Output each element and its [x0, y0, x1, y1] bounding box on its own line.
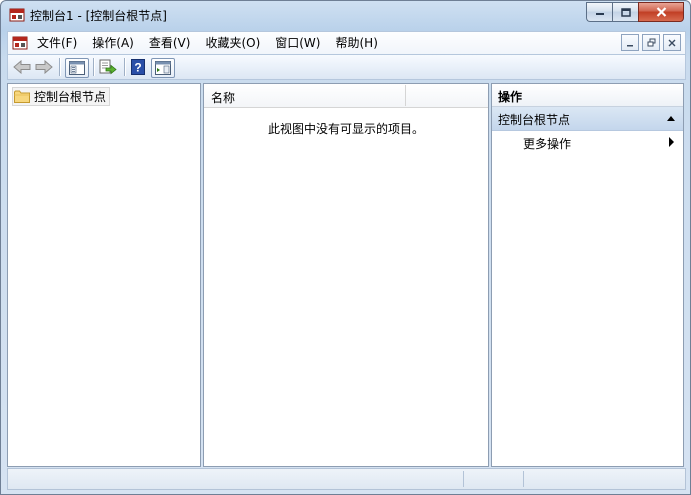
- forward-button[interactable]: [34, 58, 54, 76]
- child-restore-button[interactable]: [642, 34, 660, 51]
- action-pane-icon: [155, 61, 171, 75]
- back-arrow-icon: [13, 60, 31, 74]
- actions-title: 操作: [498, 90, 523, 104]
- window-controls: [586, 2, 684, 22]
- menu-favorites[interactable]: 收藏夹(O): [198, 35, 268, 51]
- child-window-controls: [621, 34, 681, 51]
- mmc-app-icon: [9, 8, 25, 22]
- forward-arrow-icon: [35, 60, 53, 74]
- child-close-button[interactable]: [663, 34, 681, 51]
- minimize-button[interactable]: [586, 2, 612, 22]
- menu-view[interactable]: 查看(V): [142, 35, 199, 51]
- menu-bar: 文件(F) 操作(A) 查看(V) 收藏夹(O) 窗口(W) 帮助(H): [7, 31, 686, 54]
- toolbar-separator: [93, 58, 94, 76]
- results-pane[interactable]: 名称 此视图中没有可显示的项目。: [203, 83, 489, 467]
- console-tree-pane[interactable]: 控制台根节点: [7, 83, 201, 467]
- close-icon: [668, 39, 676, 46]
- close-button[interactable]: [638, 2, 684, 22]
- mmc-window: 控制台1 - [控制台根节点] 文件(F) 操作(A) 查看(V) 收藏夹(O): [0, 0, 691, 495]
- back-button[interactable]: [12, 58, 32, 76]
- export-icon: [99, 59, 117, 75]
- restore-icon: [647, 38, 655, 47]
- svg-text:?: ?: [134, 61, 141, 75]
- minimize-icon: [595, 13, 604, 15]
- toolbar: ?: [7, 54, 686, 80]
- list-column-header: 名称: [204, 84, 488, 108]
- status-bar: [7, 468, 686, 490]
- empty-list-message: 此视图中没有可显示的项目。: [267, 122, 424, 136]
- close-icon: [656, 7, 666, 17]
- action-item-label: 更多操作: [523, 137, 572, 151]
- menu-window[interactable]: 窗口(W): [268, 35, 328, 51]
- menu-file[interactable]: 文件(F): [30, 35, 85, 51]
- submenu-arrow-icon: [669, 137, 674, 147]
- tree-node-label: 控制台根节点: [34, 90, 107, 104]
- window-title: 控制台1 - [控制台根节点]: [30, 9, 167, 23]
- actions-pane: 操作 控制台根节点 更多操作: [491, 83, 684, 467]
- console-tree-icon: [69, 61, 85, 75]
- show-hide-console-tree-button[interactable]: [65, 58, 89, 78]
- tree-node-console-root[interactable]: 控制台根节点: [12, 87, 111, 106]
- menu-help[interactable]: 帮助(H): [328, 35, 385, 51]
- toolbar-separator: [59, 58, 60, 76]
- show-hide-action-pane-button[interactable]: [151, 58, 175, 78]
- folder-icon: [14, 90, 30, 103]
- status-divider: [463, 471, 464, 487]
- document-system-menu-icon[interactable]: [12, 35, 28, 51]
- actions-section-label: 控制台根节点: [498, 113, 571, 127]
- actions-section-console-root[interactable]: 控制台根节点: [492, 107, 683, 131]
- collapse-up-icon[interactable]: [667, 116, 675, 121]
- menu-items: 文件(F) 操作(A) 查看(V) 收藏夹(O) 窗口(W) 帮助(H): [30, 35, 386, 51]
- toolbar-separator: [124, 58, 125, 76]
- minimize-icon: [627, 44, 633, 46]
- status-divider: [523, 471, 524, 487]
- actions-header: 操作: [492, 84, 683, 107]
- child-minimize-button[interactable]: [621, 34, 639, 51]
- column-header-name[interactable]: 名称: [211, 89, 235, 106]
- help-button[interactable]: ?: [129, 58, 147, 76]
- action-more-actions[interactable]: 更多操作: [492, 132, 683, 152]
- column-divider[interactable]: [405, 85, 406, 106]
- export-list-button[interactable]: [98, 58, 118, 76]
- maximize-button[interactable]: [612, 2, 638, 22]
- title-bar[interactable]: 控制台1 - [控制台根节点]: [1, 1, 690, 29]
- help-icon: ?: [131, 59, 145, 75]
- menu-action[interactable]: 操作(A): [85, 35, 142, 51]
- maximize-icon: [620, 7, 631, 17]
